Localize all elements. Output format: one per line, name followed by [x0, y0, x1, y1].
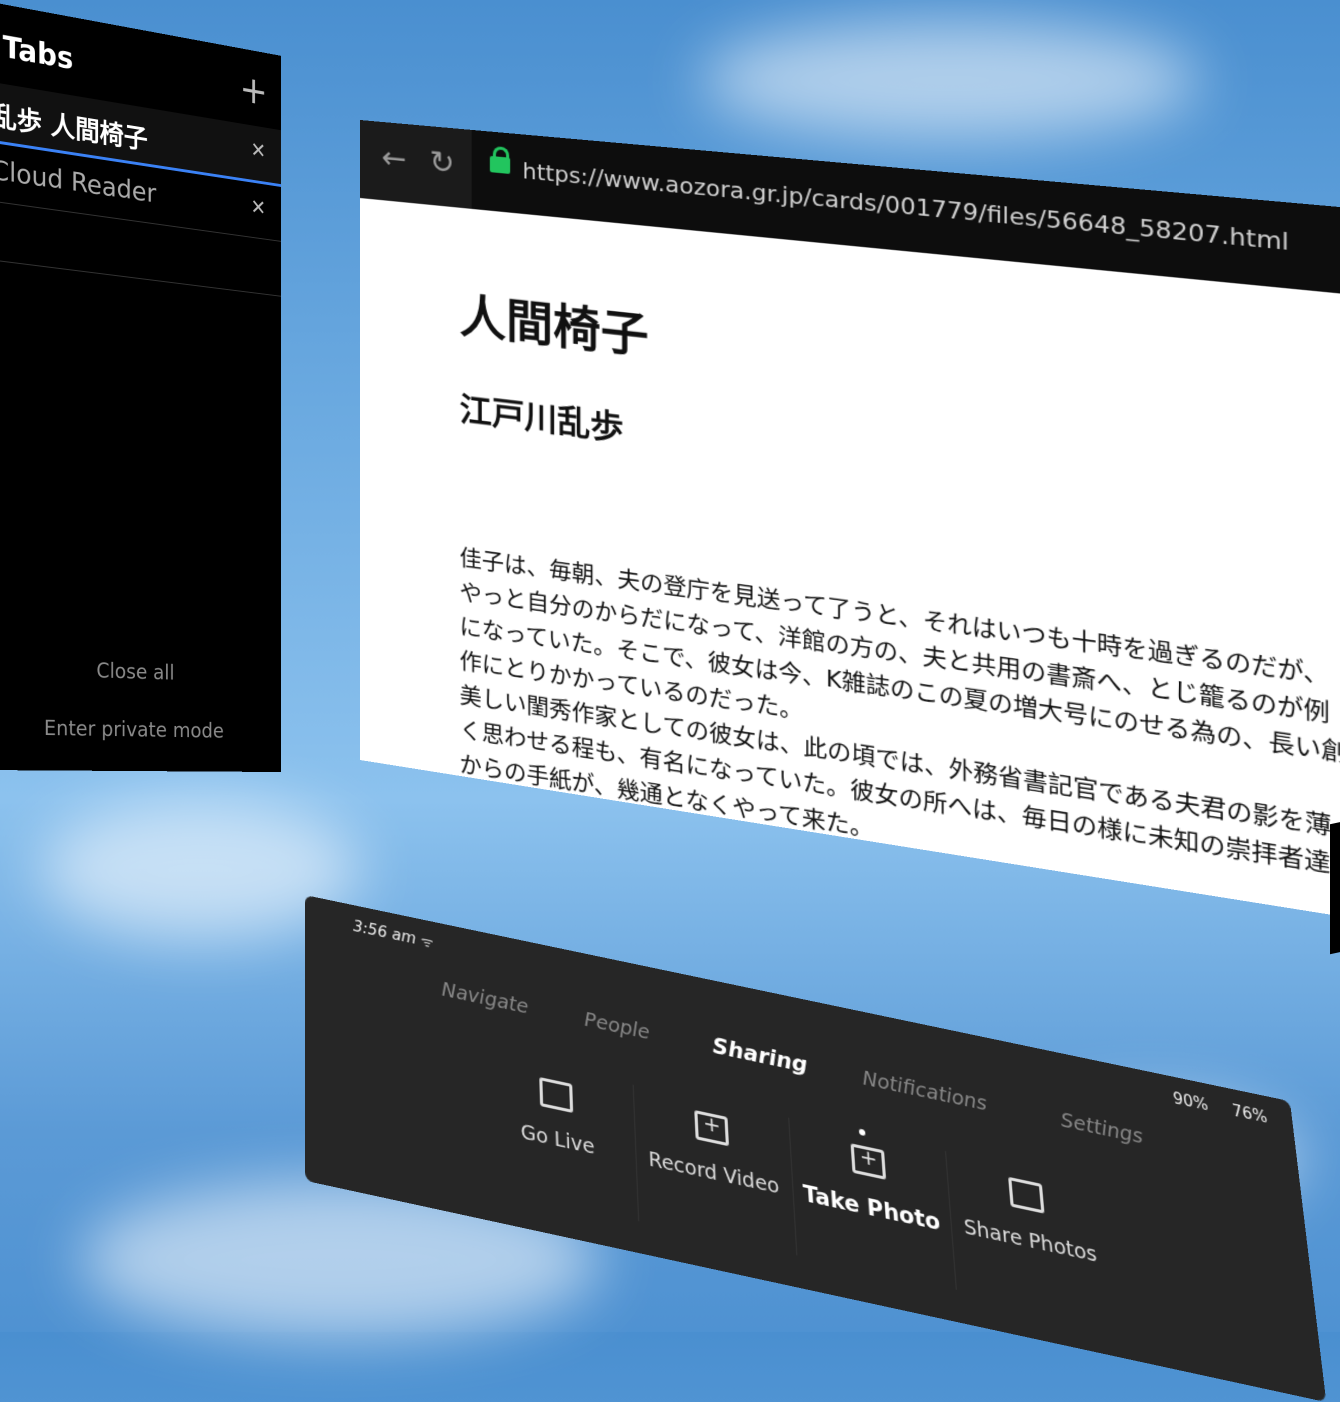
lock-icon: [489, 155, 511, 175]
action-label: Record Video: [648, 1147, 780, 1199]
cloud: [700, 20, 1200, 140]
share-photos-icon: [1008, 1176, 1045, 1214]
headset-battery: 76%: [1231, 1100, 1269, 1128]
close-all-button[interactable]: Close all: [0, 655, 281, 687]
record-video-button[interactable]: Record Video: [632, 1084, 798, 1256]
action-label: Share Photos: [963, 1215, 1098, 1268]
tab-notifications[interactable]: Notifications: [862, 1067, 988, 1116]
action-label: Go Live: [520, 1120, 595, 1160]
tab-navigate[interactable]: Navigate: [441, 978, 528, 1019]
tab-people[interactable]: People: [584, 1008, 650, 1044]
browser-window: ← ↻ https://www.aozora.gr.jp/cards/00177…: [360, 120, 1340, 939]
status-time: 3:56 am: [353, 916, 417, 948]
wifi-icon: ᯤ: [420, 933, 434, 952]
take-photo-icon: [850, 1143, 887, 1180]
close-icon[interactable]: ✕: [251, 195, 266, 221]
tabs-title: Tabs: [2, 30, 74, 77]
side-panel: [1330, 815, 1340, 955]
plus-icon[interactable]: +: [240, 67, 268, 115]
tabs-panel: Tabs + 乱歩 人間椅子 ✕ Cloud Reader ✕ Close al…: [0, 0, 281, 773]
selection-dot: [858, 1128, 866, 1137]
go-live-button[interactable]: Go Live: [478, 1051, 640, 1222]
close-icon[interactable]: ✕: [251, 138, 266, 164]
private-mode-button[interactable]: Enter private mode: [0, 715, 281, 743]
tab-settings[interactable]: Settings: [1060, 1109, 1144, 1149]
page-body: 佳子は、毎朝、夫の登庁を見送って了うと、それはいつも十時を過ぎるのだが、やっと自…: [460, 541, 1340, 925]
share-photos-button[interactable]: Share Photos: [945, 1151, 1117, 1324]
reload-icon[interactable]: ↻: [429, 144, 454, 182]
go-live-icon: [539, 1077, 574, 1114]
take-photo-button[interactable]: Take Photo: [788, 1117, 957, 1290]
page-content: 人間椅子 江戸川乱歩 佳子は、毎朝、夫の登庁を見送って了うと、それはいつも十時を…: [360, 198, 1340, 938]
battery-status: 90% 76%: [1153, 1085, 1268, 1127]
controller-battery: 90%: [1172, 1088, 1210, 1115]
action-label: Take Photo: [802, 1180, 942, 1236]
record-video-icon: [694, 1109, 730, 1147]
tab-sharing[interactable]: Sharing: [712, 1033, 808, 1078]
back-arrow-icon[interactable]: ←: [382, 140, 407, 177]
